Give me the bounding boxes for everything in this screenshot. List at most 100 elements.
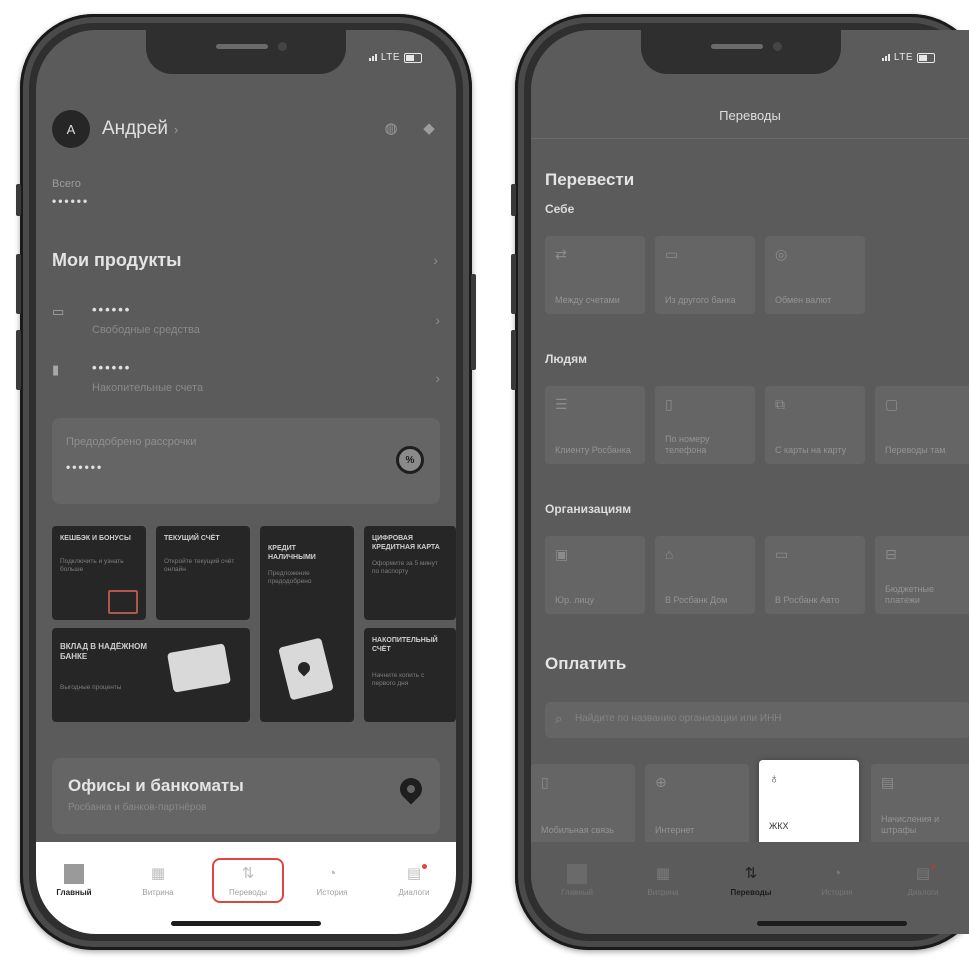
- people-section-title: Людям: [545, 352, 588, 366]
- promo-subtitle: Подключить и узнать больше: [60, 558, 124, 573]
- promo-card[interactable]: Кешбэк и бонусы Подключить и узнать боль…: [52, 526, 146, 620]
- tile-label: С карты на карту: [775, 445, 847, 455]
- tab-showcase[interactable]: ▦ Витрина: [126, 864, 190, 897]
- power-button: [471, 274, 476, 370]
- grid-icon: ▦: [150, 865, 166, 882]
- tile-label: Интернет: [655, 825, 695, 835]
- promo-card[interactable]: Текущий счёт Откройте текущий счёт онлай…: [156, 526, 250, 620]
- right-screen: LTE Переводы Перевести Себе ⇄ Между счет…: [531, 30, 969, 934]
- tab-bar: Главный ▦ Витрина ⇅ Переводы ◔ История ▤: [36, 842, 456, 934]
- tab-home[interactable]: Главный: [545, 864, 609, 897]
- product-row[interactable]: ▮ •••••• Накопительные счета ›: [52, 360, 440, 404]
- tile-mobile[interactable]: ▯ Мобильная связь: [531, 764, 635, 844]
- tab-dialogs[interactable]: ▤ Диалоги: [891, 864, 955, 897]
- volume-up-button: [16, 254, 21, 314]
- tile-legal-entity[interactable]: ▣ Юр. лицу: [545, 536, 645, 614]
- mute-switch: [16, 184, 21, 216]
- tile-label: По номеру телефона: [665, 434, 710, 455]
- tab-transfers[interactable]: ⇅ Переводы: [212, 858, 284, 903]
- support-icon[interactable]: ◍: [382, 120, 400, 138]
- chevron-right-icon: ›: [435, 312, 440, 328]
- offices-card[interactable]: Офисы и банкоматы Росбанка и банков-парт…: [52, 758, 440, 834]
- percent-icon: %: [396, 446, 424, 474]
- tab-label: Главный: [561, 888, 593, 897]
- tab-bar: Главный ▦ Витрина ⇅ Переводы ◔ История ▤: [531, 842, 969, 934]
- stage: LTE А Андрей › ◍ ◆ Всего •••••• Мои проду…: [0, 0, 969, 960]
- unread-badge: [931, 864, 936, 869]
- tab-showcase[interactable]: ▦ Витрина: [631, 864, 695, 897]
- promo-title: Накопительный счёт: [372, 637, 438, 653]
- organizations-section-title: Организациям: [545, 502, 632, 516]
- notification-bell-icon[interactable]: ◆: [420, 120, 438, 138]
- signal-icon: [881, 54, 890, 61]
- tile-rosbank-client[interactable]: ☰ Клиенту Росбанка: [545, 386, 645, 464]
- tile-label: Бюджетные платежи: [885, 584, 935, 605]
- tab-dialogs[interactable]: ▤ Диалоги: [382, 864, 446, 897]
- promo-title: Текущий счёт: [164, 535, 220, 542]
- tile-between-accounts[interactable]: ⇄ Между счетами: [545, 236, 645, 314]
- promo-title: Кредит наличными: [268, 545, 316, 561]
- promo-card[interactable]: Кредит наличными Предложение предодобрен…: [260, 526, 354, 722]
- tab-history[interactable]: ◔ История: [300, 864, 364, 897]
- tile-label: Начисления и штрафы: [881, 814, 940, 835]
- promo-card[interactable]: Накопительный счёт Начните копить с перв…: [364, 628, 456, 722]
- tile-from-other-bank[interactable]: ▭ Из другого банка: [655, 236, 755, 314]
- tile-fines[interactable]: ▤ Начисления и штрафы: [871, 764, 969, 844]
- tab-home[interactable]: Главный: [42, 864, 106, 897]
- person-card-icon: ☰: [555, 396, 568, 412]
- home-indicator: [757, 921, 907, 926]
- chat-icon: ▤: [915, 865, 931, 882]
- tab-label: Витрина: [647, 888, 679, 897]
- tile-utilities[interactable]: ♁ ЖКХ: [759, 760, 859, 846]
- tile-label: Между счетами: [555, 295, 620, 305]
- user-name[interactable]: Андрей ›: [102, 118, 178, 140]
- volume-down-button: [511, 330, 516, 390]
- tile-label: Юр. лицу: [555, 595, 595, 605]
- tile-card-to-card[interactable]: ⧉ С карты на карту: [765, 386, 865, 464]
- total-label: Всего: [52, 178, 81, 190]
- globe-icon: ⊕: [655, 774, 667, 790]
- chart-icon: ▮: [52, 362, 60, 377]
- promo-card[interactable]: Вклад в надёжном банке Выгодные проценты: [52, 628, 250, 722]
- tile-currency-exchange[interactable]: ◎ Обмен валют: [765, 236, 865, 314]
- chevron-right-icon[interactable]: ›: [433, 252, 438, 268]
- promo-title: Вклад в надёжном банке: [60, 642, 148, 661]
- search-placeholder: Найдите по названию организации или ИНН: [575, 713, 782, 724]
- promo-card[interactable]: Цифровая кредитная карта Оформите за 5 м…: [364, 526, 456, 620]
- currency-exchange-icon: ◎: [775, 246, 788, 262]
- organization-search-input[interactable]: ⌕ Найдите по названию организации или ИН…: [545, 702, 969, 738]
- tab-history[interactable]: ◔ История: [805, 864, 869, 897]
- profile-header[interactable]: А Андрей › ◍ ◆: [52, 110, 440, 154]
- card-in-hand-icon: [166, 643, 232, 693]
- total-value: ••••••: [52, 194, 90, 208]
- tile-rosbank-auto[interactable]: ▭ В Росбанк Авто: [765, 536, 865, 614]
- card-to-card-icon: ⧉: [775, 396, 785, 412]
- chevron-right-icon: ›: [174, 122, 179, 137]
- promo-subtitle: Предложение предодобрено: [268, 570, 312, 585]
- clock-icon: ◔: [327, 865, 337, 882]
- promo-subtitle: Начните копить с первого дня: [372, 672, 425, 687]
- product-row[interactable]: ▭ •••••• Свободные средства ›: [52, 302, 440, 346]
- tile-label: Переводы там: [885, 445, 946, 455]
- tile-transfers-abroad[interactable]: ▢ Переводы там: [875, 386, 969, 464]
- tile-internet[interactable]: ⊕ Интернет: [645, 764, 749, 844]
- tile-by-phone[interactable]: ▯ По номеру телефона: [655, 386, 755, 464]
- left-phone: LTE А Андрей › ◍ ◆ Всего •••••• Мои проду…: [16, 14, 476, 950]
- header-divider: [531, 138, 969, 139]
- promo-title: Цифровая кредитная карта: [372, 535, 440, 551]
- tab-label: Витрина: [142, 888, 174, 897]
- tab-transfers[interactable]: ⇅ Переводы: [719, 864, 783, 897]
- avatar[interactable]: А: [52, 110, 90, 148]
- transfer-icon: ⇅: [744, 865, 758, 882]
- bank-card-icon: ▭: [665, 246, 679, 262]
- network-label: LTE: [380, 52, 400, 63]
- tile-label: Мобильная связь: [541, 825, 614, 835]
- product-subtitle: Накопительные счета: [92, 382, 204, 394]
- tile-budget-payments[interactable]: ⊟ Бюджетные платежи: [875, 536, 969, 614]
- products-title[interactable]: Мои продукты: [52, 250, 182, 271]
- status-bar: LTE: [881, 52, 935, 63]
- preapproved-card[interactable]: Предодобрено рассрочки •••••• %: [52, 418, 440, 504]
- tab-label: Диалоги: [398, 888, 430, 897]
- tile-rosbank-dom[interactable]: ⌂ В Росбанк Дом: [655, 536, 755, 614]
- mobile-icon: ▯: [541, 774, 549, 790]
